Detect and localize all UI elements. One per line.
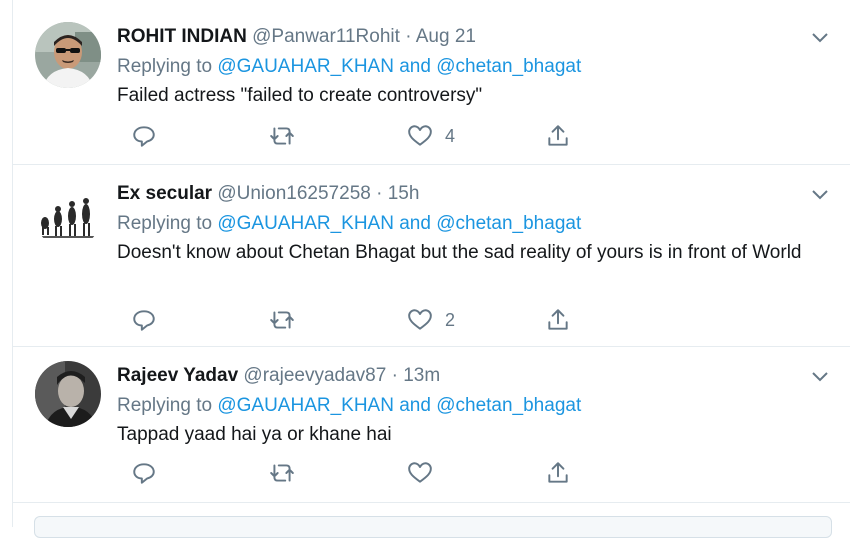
mention-link[interactable]: @GAUAHAR_KHAN	[217, 56, 394, 77]
heart-icon	[408, 125, 432, 146]
user-handle[interactable]: @Union16257258	[217, 183, 370, 204]
tweet-header: Rajeev Yadav @rajeevyadav87 · 13m	[117, 361, 831, 391]
user-handle[interactable]: @Panwar11Rohit	[252, 26, 400, 47]
separator-dot: ·	[391, 365, 398, 386]
tweet-actions: 2	[117, 305, 577, 335]
reply-button[interactable]	[131, 305, 157, 335]
man-with-sunglasses-photo	[35, 22, 101, 88]
tweet-text: Failed actress "failed to create controv…	[117, 85, 483, 106]
reply-icon	[133, 126, 155, 147]
like-button[interactable]	[407, 458, 445, 488]
like-button[interactable]: 2	[407, 305, 455, 335]
heart-icon	[408, 309, 432, 330]
chevron-down-icon[interactable]	[809, 26, 831, 48]
timestamp[interactable]: 15h	[388, 183, 420, 204]
like-button[interactable]: 4	[407, 121, 455, 151]
reply-button[interactable]	[131, 121, 157, 151]
display-name[interactable]: Ex secular	[117, 183, 212, 204]
and-label: and	[399, 213, 431, 234]
like-count: 4	[445, 125, 456, 146]
timestamp[interactable]: 13m	[403, 365, 440, 386]
mention-link[interactable]: @chetan_bhagat	[436, 56, 581, 77]
replying-to: Replying to @GAUAHAR_KHAN and @chetan_bh…	[117, 52, 831, 82]
replying-to: Replying to @GAUAHAR_KHAN and @chetan_bh…	[117, 391, 831, 421]
tweet-text: Tappad yaad hai ya or khane hai	[117, 424, 392, 445]
retweet-button[interactable]	[269, 458, 295, 488]
share-icon	[548, 309, 568, 330]
tweet[interactable]: ROHIT INDIAN @Panwar11Rohit · Aug 21 Rep…	[13, 0, 850, 165]
display-name[interactable]: ROHIT INDIAN	[117, 26, 247, 47]
tweet-actions	[117, 458, 577, 488]
share-icon	[548, 125, 568, 146]
retweet-button[interactable]	[269, 305, 295, 335]
and-label: and	[399, 56, 431, 77]
user-handle[interactable]: @rajeevyadav87	[243, 365, 386, 386]
replying-label: Replying to	[117, 395, 213, 416]
chevron-down-icon[interactable]	[809, 183, 831, 205]
evolution-figures-icon	[35, 183, 101, 249]
separator-dot: ·	[376, 183, 383, 204]
replying-label: Replying to	[117, 56, 213, 77]
and-label: and	[399, 395, 431, 416]
mention-link[interactable]: @chetan_bhagat	[436, 213, 581, 234]
reply-composer[interactable]	[34, 516, 832, 538]
share-button[interactable]	[545, 305, 571, 335]
reply-icon	[133, 463, 155, 484]
reply-feed: ROHIT INDIAN @Panwar11Rohit · Aug 21 Rep…	[12, 0, 850, 527]
tweet-actions: 4	[117, 121, 577, 151]
mention-link[interactable]: @GAUAHAR_KHAN	[217, 395, 394, 416]
retweet-icon	[270, 127, 294, 145]
replying-label: Replying to	[117, 213, 213, 234]
tweet[interactable]: Ex secular @Union16257258 · 15h Replying…	[13, 165, 850, 347]
avatar[interactable]	[35, 361, 101, 427]
display-name[interactable]: Rajeev Yadav	[117, 365, 238, 386]
heart-icon	[408, 462, 432, 483]
avatar[interactable]	[35, 22, 101, 88]
retweet-icon	[270, 464, 294, 482]
tweet-text: Doesn't know about Chetan Bhagat but the…	[117, 242, 802, 263]
mention-link[interactable]: @GAUAHAR_KHAN	[217, 213, 394, 234]
man-portrait-photo	[35, 361, 101, 427]
share-icon	[548, 462, 568, 483]
replying-to: Replying to @GAUAHAR_KHAN and @chetan_bh…	[117, 209, 831, 239]
separator-dot: ·	[405, 26, 412, 47]
tweet[interactable]: Rajeev Yadav @rajeevyadav87 · 13m Replyi…	[13, 347, 850, 503]
tweet-header: ROHIT INDIAN @Panwar11Rohit · Aug 21	[117, 22, 831, 52]
like-count: 2	[445, 309, 456, 330]
chevron-down-icon[interactable]	[809, 365, 831, 387]
avatar[interactable]	[35, 183, 101, 249]
retweet-button[interactable]	[269, 121, 295, 151]
reply-icon	[133, 310, 155, 331]
retweet-icon	[270, 311, 294, 329]
reply-button[interactable]	[131, 458, 157, 488]
mention-link[interactable]: @chetan_bhagat	[436, 395, 581, 416]
share-button[interactable]	[545, 121, 571, 151]
tweet-header: Ex secular @Union16257258 · 15h	[117, 179, 831, 209]
timestamp[interactable]: Aug 21	[416, 26, 476, 47]
share-button[interactable]	[545, 458, 571, 488]
